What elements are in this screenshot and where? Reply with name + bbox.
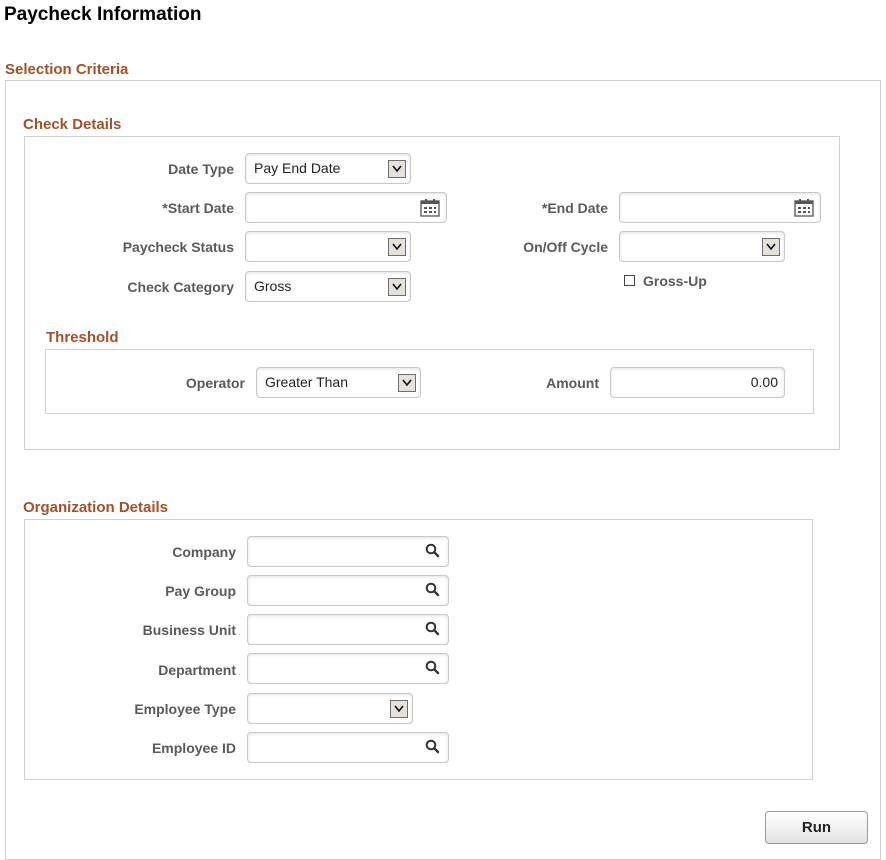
paycheck-status-label: Paycheck Status [122, 239, 234, 255]
chevron-down-icon[interactable] [398, 374, 416, 392]
employee-id-label: Employee ID [151, 740, 236, 756]
business-unit-input[interactable] [247, 614, 449, 645]
run-button[interactable]: Run [765, 811, 868, 844]
end-date-label: *End Date [541, 200, 608, 216]
threshold-title: Threshold [46, 329, 119, 346]
chevron-down-icon[interactable] [388, 160, 406, 178]
chevron-down-icon[interactable] [390, 700, 408, 718]
operator-value: Greater Than [265, 374, 349, 390]
on-off-cycle-select[interactable] [619, 231, 785, 262]
start-date-input[interactable] [245, 192, 447, 223]
date-type-select[interactable]: Pay End Date [245, 153, 411, 184]
business-unit-label: Business Unit [142, 622, 236, 638]
search-icon[interactable] [425, 543, 440, 561]
pay-group-label: Pay Group [165, 583, 236, 599]
gross-up-label[interactable]: Gross-Up [643, 273, 707, 289]
employee-type-label: Employee Type [134, 701, 236, 717]
date-type-label: Date Type [168, 161, 234, 177]
check-category-select[interactable]: Gross [245, 271, 411, 302]
calendar-icon[interactable] [794, 198, 814, 220]
calendar-icon[interactable] [420, 198, 440, 220]
chevron-down-icon[interactable] [762, 238, 780, 256]
chevron-down-icon[interactable] [388, 278, 406, 296]
on-off-cycle-label: On/Off Cycle [523, 239, 608, 255]
selection-criteria-title: Selection Criteria [5, 61, 129, 78]
chevron-down-icon[interactable] [388, 238, 406, 256]
search-icon[interactable] [425, 660, 440, 678]
pay-group-input[interactable] [247, 575, 449, 606]
gross-up-checkbox[interactable] [624, 275, 635, 286]
check-details-title: Check Details [23, 116, 122, 133]
amount-value: 0.00 [750, 374, 778, 390]
organization-details-title: Organization Details [23, 499, 169, 516]
employee-id-input[interactable] [247, 732, 449, 763]
amount-label: Amount [546, 375, 599, 391]
employee-type-select[interactable] [247, 693, 413, 724]
search-icon[interactable] [425, 621, 440, 639]
search-icon[interactable] [425, 582, 440, 600]
date-type-value: Pay End Date [254, 160, 341, 176]
paycheck-status-select[interactable] [245, 231, 411, 262]
check-category-value: Gross [254, 278, 292, 294]
page-title: Paycheck Information [4, 4, 202, 25]
company-label: Company [172, 544, 236, 560]
department-input[interactable] [247, 653, 449, 684]
search-icon[interactable] [425, 739, 440, 757]
end-date-input[interactable] [619, 192, 821, 223]
amount-input[interactable]: 0.00 [610, 367, 785, 398]
operator-select[interactable]: Greater Than [256, 367, 421, 398]
company-input[interactable] [247, 536, 449, 567]
operator-label: Operator [185, 375, 245, 391]
start-date-label: *Start Date [162, 200, 234, 216]
department-label: Department [158, 662, 236, 678]
check-category-label: Check Category [127, 279, 234, 295]
